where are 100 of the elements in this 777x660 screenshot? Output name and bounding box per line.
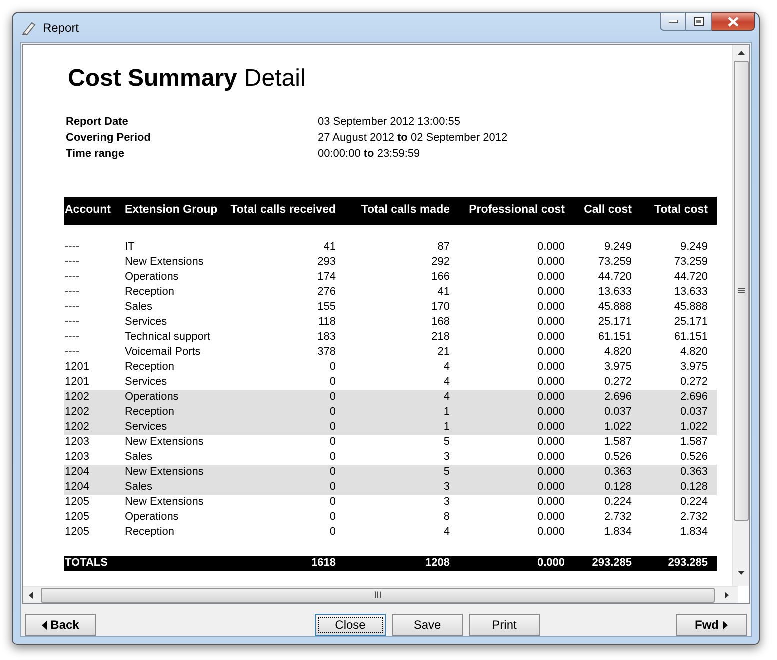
made-cell: 5 [444, 436, 450, 448]
received-cell: 293 [318, 256, 336, 268]
scroll-thumb[interactable] [734, 61, 748, 521]
save-button[interactable]: Save [392, 614, 463, 636]
column-header: Call cost [584, 204, 632, 216]
field-value: 03 September 2012 13:00:55 [318, 115, 461, 130]
received-cell: 0 [330, 466, 336, 478]
made-cell: 1 [444, 421, 450, 434]
report-subtitle: Detail [244, 64, 306, 94]
professional-cost-cell: 0.000 [537, 376, 565, 388]
grip-marks: III [374, 590, 382, 600]
report-title: Cost Summary [68, 64, 238, 94]
left-triangle-icon [42, 620, 47, 630]
column-header: Total calls made [361, 204, 450, 216]
scroll-left-icon[interactable] [29, 592, 33, 598]
group-cell: Reception [125, 286, 175, 298]
total-cost-cell: 45.888 [674, 301, 708, 314]
account-cell: 1204 [65, 481, 90, 494]
call-cost-cell: 1.834 [604, 526, 632, 538]
group-cell: Reception [125, 526, 175, 538]
group-cell: New Extensions [125, 466, 204, 478]
account-cell: ---- [65, 286, 80, 298]
professional-cost-cell: 0.000 [537, 286, 565, 298]
total-cost-cell: 4.820 [680, 346, 708, 358]
total-cost-cell: 61.151 [674, 331, 708, 344]
grip-icon [738, 288, 744, 294]
group-cell: New Extensions [125, 496, 204, 508]
made-cell: 4 [444, 391, 450, 404]
made-cell: 21 [438, 346, 450, 358]
account-cell: 1205 [65, 511, 90, 524]
forward-button[interactable]: Fwd [676, 614, 747, 636]
group-cell: New Extensions [125, 436, 204, 448]
call-cost-cell: 9.249 [604, 241, 632, 254]
scroll-right-icon[interactable] [725, 592, 729, 598]
scroll-thumb[interactable]: III [41, 588, 715, 602]
group-cell: Services [125, 421, 168, 434]
made-cell: 5 [444, 466, 450, 478]
professional-cost-cell: 0.000 [537, 241, 565, 254]
received-cell: 0 [330, 481, 336, 494]
made-cell: 1 [444, 406, 450, 418]
group-cell: Operations [125, 271, 179, 284]
call-cost-cell: 0.363 [604, 466, 632, 478]
close-button[interactable]: Close [315, 614, 386, 636]
received-cell: 174 [318, 271, 336, 284]
total-cost-cell: 44.720 [674, 271, 708, 284]
column-header: Professional cost [469, 204, 565, 216]
account-cell: 1205 [65, 526, 90, 538]
professional-cost-cell: 0.000 [537, 331, 565, 344]
total-cost-cell: 2.732 [680, 511, 708, 524]
horizontal-scrollbar[interactable]: III [23, 586, 738, 603]
total-cost-cell: 0.128 [680, 481, 708, 494]
maximize-button[interactable] [686, 12, 712, 31]
call-cost-cell: 44.720 [598, 271, 632, 284]
print-button[interactable]: Print [469, 614, 540, 636]
received-cell: 155 [318, 301, 336, 314]
account-cell: ---- [65, 241, 80, 254]
made-cell: 170 [432, 301, 450, 314]
column-header: Total cost [654, 204, 708, 216]
call-cost-cell: 1.022 [604, 421, 632, 434]
total-cost-cell: 0.526 [680, 451, 708, 464]
call-cost-cell: 0.037 [604, 406, 632, 418]
group-cell: New Extensions [125, 256, 204, 268]
total-cost-cell: 3.975 [680, 361, 708, 374]
maximize-icon [694, 17, 704, 26]
minimize-button[interactable] [660, 12, 686, 31]
close-button[interactable] [712, 12, 755, 31]
account-cell: 1201 [65, 376, 90, 388]
account-cell: 1202 [65, 421, 90, 434]
group-cell: Reception [125, 406, 175, 418]
professional-cost-cell: 0.000 [537, 301, 565, 314]
call-cost-cell: 2.696 [604, 391, 632, 404]
account-cell: 1205 [65, 496, 90, 508]
professional-cost-cell: 0.000 [537, 256, 565, 268]
scroll-down-icon[interactable] [738, 571, 744, 575]
window-title: Report [43, 20, 80, 36]
pen-icon [21, 20, 37, 36]
call-cost-cell: 3.975 [604, 361, 632, 374]
vertical-scrollbar[interactable] [732, 45, 749, 586]
field-value: 00:00:00 to 23:59:59 [318, 147, 420, 162]
back-button[interactable]: Back [25, 614, 96, 636]
call-cost-cell: 45.888 [598, 301, 632, 314]
scroll-up-icon[interactable] [738, 51, 744, 55]
made-cell: 87 [438, 241, 450, 254]
professional-cost-cell: 0.000 [537, 511, 565, 524]
received-cell: 0 [330, 526, 336, 538]
account-cell: 1204 [65, 466, 90, 478]
call-cost-cell: 0.526 [604, 451, 632, 464]
account-cell: ---- [65, 271, 80, 284]
call-cost-cell: 1.587 [604, 436, 632, 448]
total-cost-cell: 13.633 [674, 286, 708, 298]
column-header: Extension Group [125, 204, 218, 216]
right-triangle-icon [723, 620, 728, 630]
made-cell: 3 [444, 451, 450, 464]
account-cell: 1201 [65, 361, 90, 374]
made-cell: 168 [432, 316, 450, 328]
account-cell: ---- [65, 256, 80, 268]
professional-cost-cell: 0.000 [537, 496, 565, 508]
professional-cost-cell: 0.000 [537, 361, 565, 374]
total-cost-cell: 0.363 [680, 466, 708, 478]
professional-cost-cell: 0.000 [537, 391, 565, 404]
